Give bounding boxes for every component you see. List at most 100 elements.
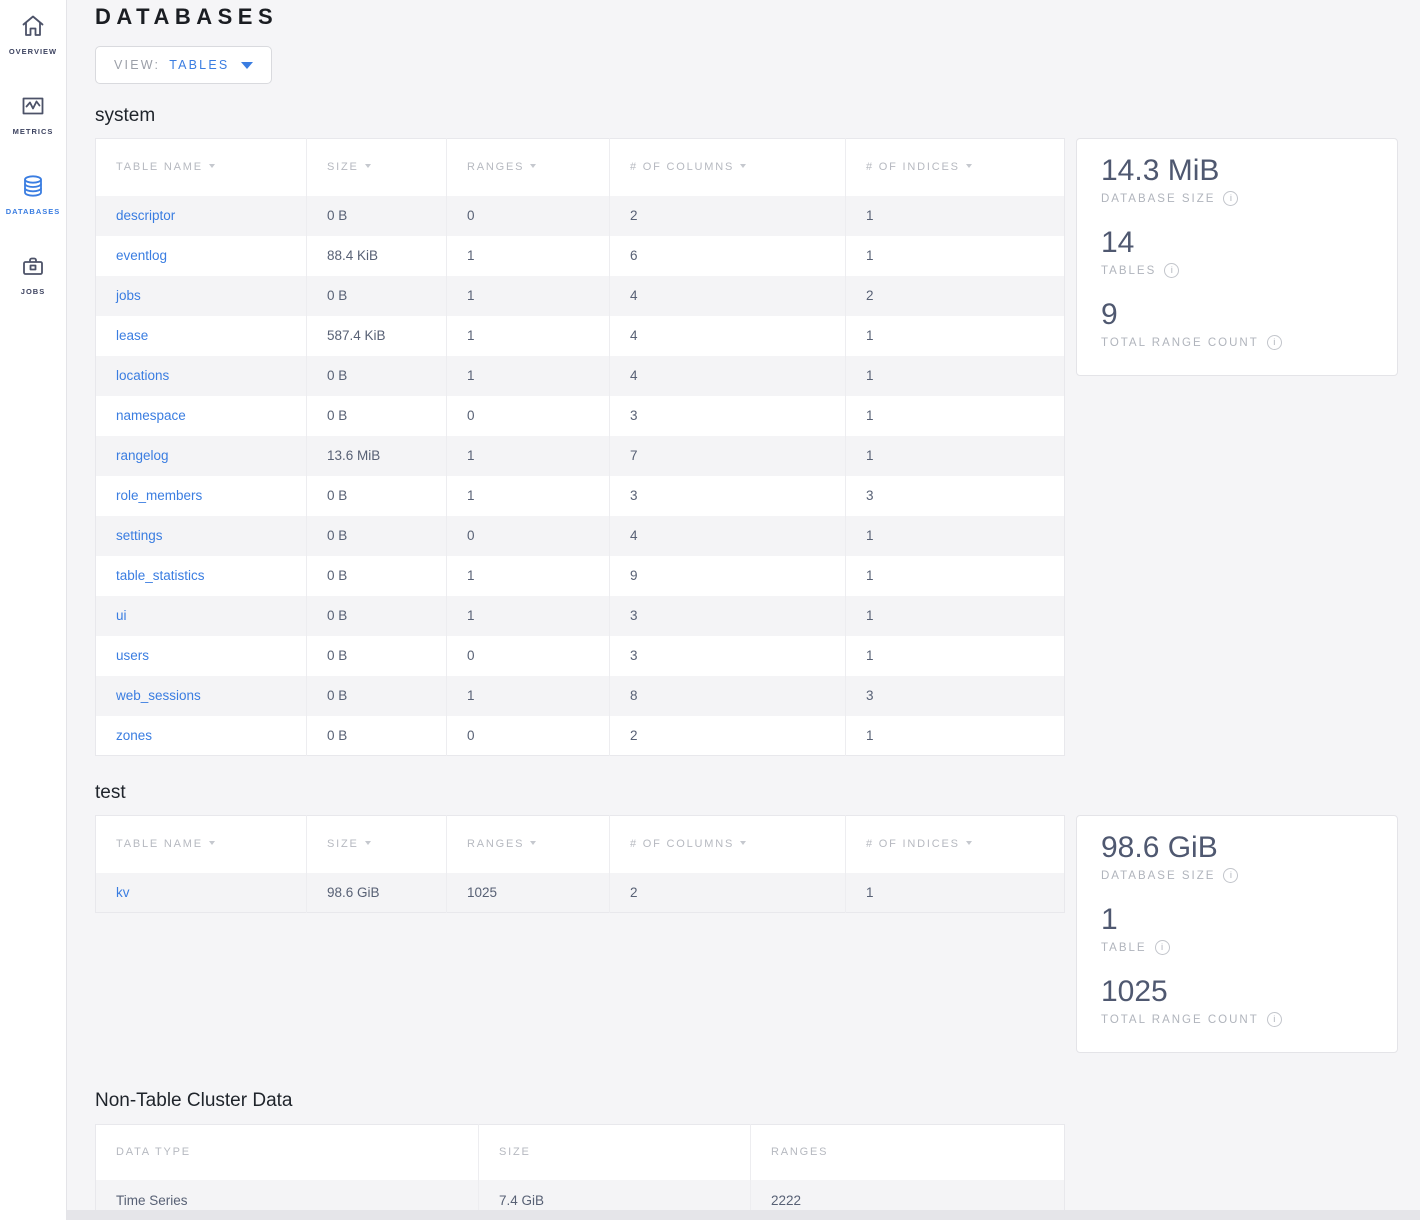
column-header-size: SIZE [479,1125,751,1180]
table-name-link[interactable]: rangelog [116,448,169,463]
table-cell: 88.4 KiB [307,236,447,276]
table-cell: 0 [447,636,610,676]
table-cell: 0 B [307,716,447,756]
table-row: users0 B031 [96,636,1065,676]
table-name-link[interactable]: web_sessions [116,688,201,703]
sidebar-item-label: DATABASES [6,207,61,216]
non-table-data-table: DATA TYPE SIZE RANGES Time Series7.4 GiB… [95,1124,1065,1220]
table-cell: 1 [846,236,1065,276]
table-cell: 0 B [307,676,447,716]
column-header-size[interactable]: SIZE [307,816,447,873]
info-icon[interactable] [1223,868,1238,883]
stat-value: 14.3 MiB [1101,153,1373,189]
table-cell: namespace [96,396,307,436]
table-cell: 1 [846,556,1065,596]
column-header-columns[interactable]: # OF COLUMNS [610,139,846,196]
table-cell: 0 B [307,196,447,236]
stat-value: 9 [1101,297,1373,333]
table-cell: 0 [447,716,610,756]
column-header-ranges[interactable]: RANGES [447,139,610,196]
table-cell: jobs [96,276,307,316]
column-header-indices[interactable]: # OF INDICES [846,816,1065,873]
table-name-link[interactable]: zones [116,728,152,743]
table-cell: 2 [610,873,846,913]
table-row: lease587.4 KiB141 [96,316,1065,356]
table-cell: 1 [447,556,610,596]
table-cell: 8 [610,676,846,716]
sort-arrow-icon [966,841,972,845]
tables-table: TABLE NAME SIZE RANGES # OF COLUMNS # OF… [95,138,1065,756]
table-name-link[interactable]: ui [116,608,127,623]
table-cell: descriptor [96,196,307,236]
table-name-link[interactable]: settings [116,528,163,543]
column-header-table-name[interactable]: TABLE NAME [96,139,307,196]
table-cell: 2 [610,716,846,756]
table-name-link[interactable]: namespace [116,408,186,423]
sidebar-item-databases[interactable]: DATABASES [0,172,66,230]
column-header-ranges: RANGES [751,1125,1065,1180]
page-title: DATABASES [95,4,1420,30]
table-cell: zones [96,716,307,756]
table-cell: 1 [846,873,1065,913]
table-cell: 1 [846,316,1065,356]
table-name-link[interactable]: users [116,648,149,663]
stat-label: DATABASE SIZE [1101,193,1215,205]
table-name-link[interactable]: kv [116,885,130,900]
column-header-indices[interactable]: # OF INDICES [846,139,1065,196]
table-cell: 1 [447,596,610,636]
table-cell: 3 [610,476,846,516]
table-cell: 4 [610,356,846,396]
sidebar-item-metrics[interactable]: METRICS [0,92,66,150]
table-cell: 1 [846,716,1065,756]
info-icon[interactable] [1267,1012,1282,1027]
database-summary-card: 98.6 GiB DATABASE SIZE 1 TABLE 1025 TOTA… [1076,815,1398,1053]
info-icon[interactable] [1155,940,1170,955]
table-row: descriptor0 B021 [96,196,1065,236]
table-name-link[interactable]: jobs [116,288,141,303]
sidebar-item-overview[interactable]: OVERVIEW [0,12,66,70]
table-name-link[interactable]: role_members [116,488,202,503]
stat-value: 1025 [1101,974,1373,1010]
table-row: rangelog13.6 MiB171 [96,436,1065,476]
table-cell: 1 [447,316,610,356]
table-row: jobs0 B142 [96,276,1065,316]
table-name-link[interactable]: table_statistics [116,568,205,583]
database-name-heading: test [95,782,1420,804]
table-cell: 0 B [307,516,447,556]
sidebar-item-jobs[interactable]: JOBS [0,252,66,310]
view-dropdown[interactable]: VIEW: TABLES [95,46,272,84]
column-header-ranges[interactable]: RANGES [447,816,610,873]
stat-label: TABLES [1101,265,1156,277]
table-row: zones 0 B021 [96,716,1065,756]
table-row: role_members0 B133 [96,476,1065,516]
info-icon[interactable] [1267,335,1282,350]
table-name-link[interactable]: descriptor [116,208,175,223]
stat-total-range-count: 9 TOTAL RANGE COUNT [1101,297,1373,350]
table-row: settings0 B041 [96,516,1065,556]
table-name-link[interactable]: eventlog [116,248,167,263]
info-icon[interactable] [1223,191,1238,206]
table-header-row: TABLE NAME SIZE RANGES # OF COLUMNS # OF… [96,139,1065,196]
info-icon[interactable] [1164,263,1179,278]
column-header-columns[interactable]: # OF COLUMNS [610,816,846,873]
table-cell: 1 [846,596,1065,636]
table-row: locations0 B141 [96,356,1065,396]
table-cell: 3 [610,596,846,636]
table-name-link[interactable]: locations [116,368,169,383]
column-header-table-name[interactable]: TABLE NAME [96,816,307,873]
table-cell: 1 [447,476,610,516]
sort-arrow-icon [365,841,371,845]
table-cell: 1 [447,276,610,316]
view-dropdown-value: TABLES [169,58,229,72]
table-cell: 3 [610,636,846,676]
table-cell: 98.6 GiB [307,873,447,913]
table-cell: 0 B [307,476,447,516]
sort-arrow-icon [530,841,536,845]
database-section-test: test TABLE NAME SIZE RANGES # OF COLUMNS… [95,782,1420,1053]
table-name-link[interactable]: lease [116,328,148,343]
table-cell: role_members [96,476,307,516]
database-summary-card: 14.3 MiB DATABASE SIZE 14 TABLES 9 TOTAL… [1076,138,1398,376]
column-header-size[interactable]: SIZE [307,139,447,196]
home-icon [19,12,47,40]
table-cell: 1 [846,356,1065,396]
